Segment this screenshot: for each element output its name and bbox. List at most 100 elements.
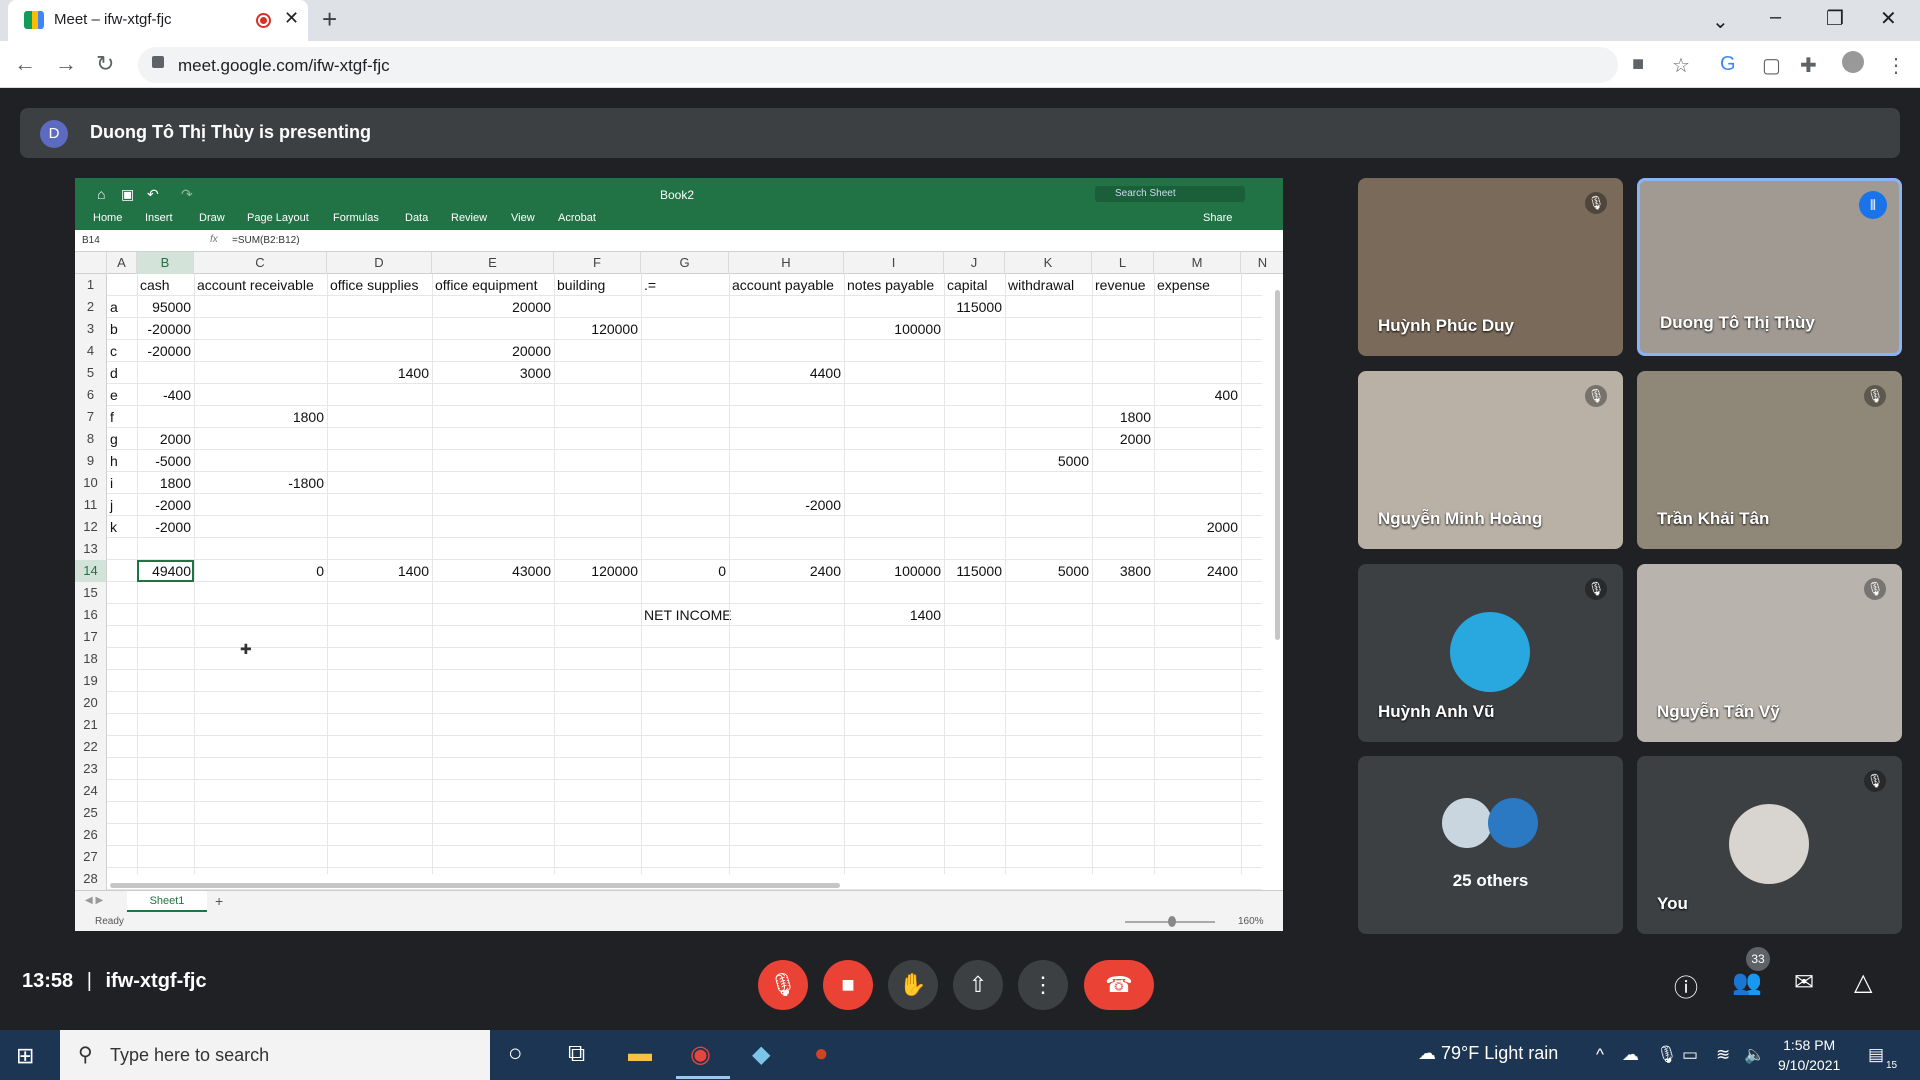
camera-toggle-button[interactable]: ■ xyxy=(823,960,873,1010)
mic-off-icon: 🎙 xyxy=(1864,385,1886,407)
end-call-button[interactable]: ☎ xyxy=(1084,960,1154,1010)
back-arrow-icon[interactable]: ← xyxy=(14,51,36,77)
column-header-i: I xyxy=(844,252,944,274)
avatar xyxy=(1450,612,1530,692)
row-header: 8 xyxy=(75,428,107,450)
weather-widget[interactable]: ☁ 79°F Light rain xyxy=(1418,1043,1558,1064)
cell: NET INCOME xyxy=(644,607,732,623)
table-row xyxy=(107,384,1262,406)
table-row xyxy=(107,538,1262,560)
row-header: 13 xyxy=(75,538,107,560)
bookmark-star-icon[interactable]: ☆ xyxy=(1672,53,1690,78)
row-header: 11 xyxy=(75,494,107,516)
close-window-button[interactable]: ✕ xyxy=(1880,6,1897,31)
file-explorer-icon[interactable]: ▬ xyxy=(628,1040,652,1068)
notifications-icon[interactable]: ▤ xyxy=(1868,1045,1884,1065)
ribbon-tab-review: Review xyxy=(451,212,488,224)
raise-hand-button[interactable]: ✋ xyxy=(888,960,938,1010)
meeting-details-icon[interactable]: ⓘ xyxy=(1674,968,1698,1003)
participant-tile[interactable]: 🎙 Nguyễn Tấn Vỹ xyxy=(1637,564,1902,742)
row-header: 18 xyxy=(75,648,107,670)
reload-icon[interactable]: ↻ xyxy=(96,51,114,77)
cell: 3800 xyxy=(1119,563,1151,579)
sheet-nav-arrows-icon: ◀ ▶ xyxy=(85,895,104,906)
ribbon-tab-view: View xyxy=(511,212,535,224)
participant-tile[interactable]: 🎙 Huỳnh Anh Vũ xyxy=(1358,564,1623,742)
powerpoint-icon[interactable]: ● xyxy=(814,1040,829,1068)
weather-text: 79°F Light rain xyxy=(1441,1043,1559,1063)
task-view-icon[interactable]: ⧉ xyxy=(568,1040,585,1068)
participant-tile[interactable]: 🎙 Nguyễn Minh Hoàng xyxy=(1358,371,1623,549)
separator: | xyxy=(86,970,92,992)
extension-icon[interactable]: ▢ xyxy=(1762,53,1781,78)
mic-off-icon: 🎙 xyxy=(1864,770,1886,792)
name-box: B14 xyxy=(82,235,100,246)
cell: e xyxy=(110,387,118,403)
table-row xyxy=(107,648,1262,670)
taskbar-search-box[interactable]: ⚲ Type here to search xyxy=(60,1030,490,1080)
participant-tile[interactable]: 🎙 Trần Khải Tân xyxy=(1637,371,1902,549)
column-header-e: E xyxy=(432,252,554,274)
cell: .= xyxy=(644,277,657,293)
activities-icon[interactable]: △ xyxy=(1854,968,1872,997)
maximize-button[interactable]: ❐ xyxy=(1826,6,1844,31)
cortana-icon[interactable]: ○ xyxy=(508,1040,523,1068)
horizontal-scrollbar xyxy=(110,883,840,888)
participant-tile-active-speaker[interactable]: ⦀ Duong Tô Thị Thùy xyxy=(1637,178,1902,356)
others-tile[interactable]: 25 others xyxy=(1358,756,1623,934)
people-icon[interactable]: 👥 xyxy=(1732,968,1762,997)
app-icon[interactable]: ◆ xyxy=(752,1040,770,1069)
table-row xyxy=(107,318,1262,340)
tab-search-icon[interactable]: ⌄ xyxy=(1712,9,1729,34)
more-options-button[interactable]: ⋮ xyxy=(1018,960,1068,1010)
participant-name: Huỳnh Anh Vũ xyxy=(1378,702,1495,721)
mic-toggle-button[interactable]: 🎙 xyxy=(758,960,808,1010)
chat-icon[interactable]: ✉ xyxy=(1794,968,1814,997)
ribbon-tab-page-layout: Page Layout xyxy=(247,212,309,224)
profile-avatar[interactable] xyxy=(1842,51,1864,73)
zoom-level: 160% xyxy=(1238,916,1264,927)
cell: 120000 xyxy=(591,321,638,337)
cell: 115000 xyxy=(956,563,1002,579)
camera-icon[interactable]: ■ xyxy=(1632,53,1644,76)
minimize-button[interactable]: – xyxy=(1770,6,1781,29)
row-header: 14 xyxy=(75,560,107,582)
wifi-icon[interactable]: ≋ xyxy=(1716,1045,1730,1065)
self-tile[interactable]: 🎙 You xyxy=(1637,756,1902,934)
sheet-tab: Sheet1 xyxy=(127,891,207,912)
table-row xyxy=(107,296,1262,318)
translate-extension-icon[interactable]: G xyxy=(1720,53,1736,76)
new-tab-button[interactable]: + xyxy=(322,4,337,35)
onedrive-icon[interactable]: ☁ xyxy=(1622,1045,1639,1065)
forward-arrow-icon[interactable]: → xyxy=(55,51,77,77)
cell: a xyxy=(110,299,118,315)
windows-start-icon[interactable]: ⊞ xyxy=(16,1043,34,1069)
omnibox[interactable]: meet.google.com/ifw-xtgf-fjc xyxy=(138,47,1618,83)
cell: 100000 xyxy=(894,563,941,579)
row-header: 20 xyxy=(75,692,107,714)
tray-expand-icon[interactable]: ^ xyxy=(1596,1045,1604,1065)
volume-icon[interactable]: 🔈 xyxy=(1744,1045,1765,1065)
row-header: 27 xyxy=(75,846,107,868)
browser-tab-meet[interactable]: Meet – ifw-xtgf-fjc ✕ xyxy=(8,0,308,41)
close-tab-icon[interactable]: ✕ xyxy=(284,8,299,29)
browser-menu-icon[interactable]: ⋮ xyxy=(1886,53,1906,78)
cell: 1400 xyxy=(397,563,429,579)
puzzle-extensions-icon[interactable]: ✚ xyxy=(1800,53,1817,78)
column-header-a: A xyxy=(107,252,137,274)
cell: -20000 xyxy=(147,321,191,337)
column-header-l: L xyxy=(1092,252,1154,274)
participant-tile[interactable]: 🎙 Huỳnh Phúc Duy xyxy=(1358,178,1623,356)
chrome-icon[interactable]: ◉ xyxy=(690,1040,711,1069)
add-sheet-icon: + xyxy=(215,893,224,909)
table-row xyxy=(107,670,1262,692)
cell: 95000 xyxy=(152,299,191,315)
present-screen-button[interactable]: ⇧ xyxy=(953,960,1003,1010)
row-header: 3 xyxy=(75,318,107,340)
battery-icon[interactable]: ▭ xyxy=(1682,1045,1698,1065)
undo-icon: ↶ xyxy=(147,186,159,202)
cell: 2000 xyxy=(1206,519,1238,535)
mic-tray-icon[interactable]: 🎙 xyxy=(1656,1045,1678,1065)
cell: 1800 xyxy=(159,475,191,491)
taskbar-clock[interactable]: 1:58 PM 9/10/2021 xyxy=(1778,1035,1840,1075)
